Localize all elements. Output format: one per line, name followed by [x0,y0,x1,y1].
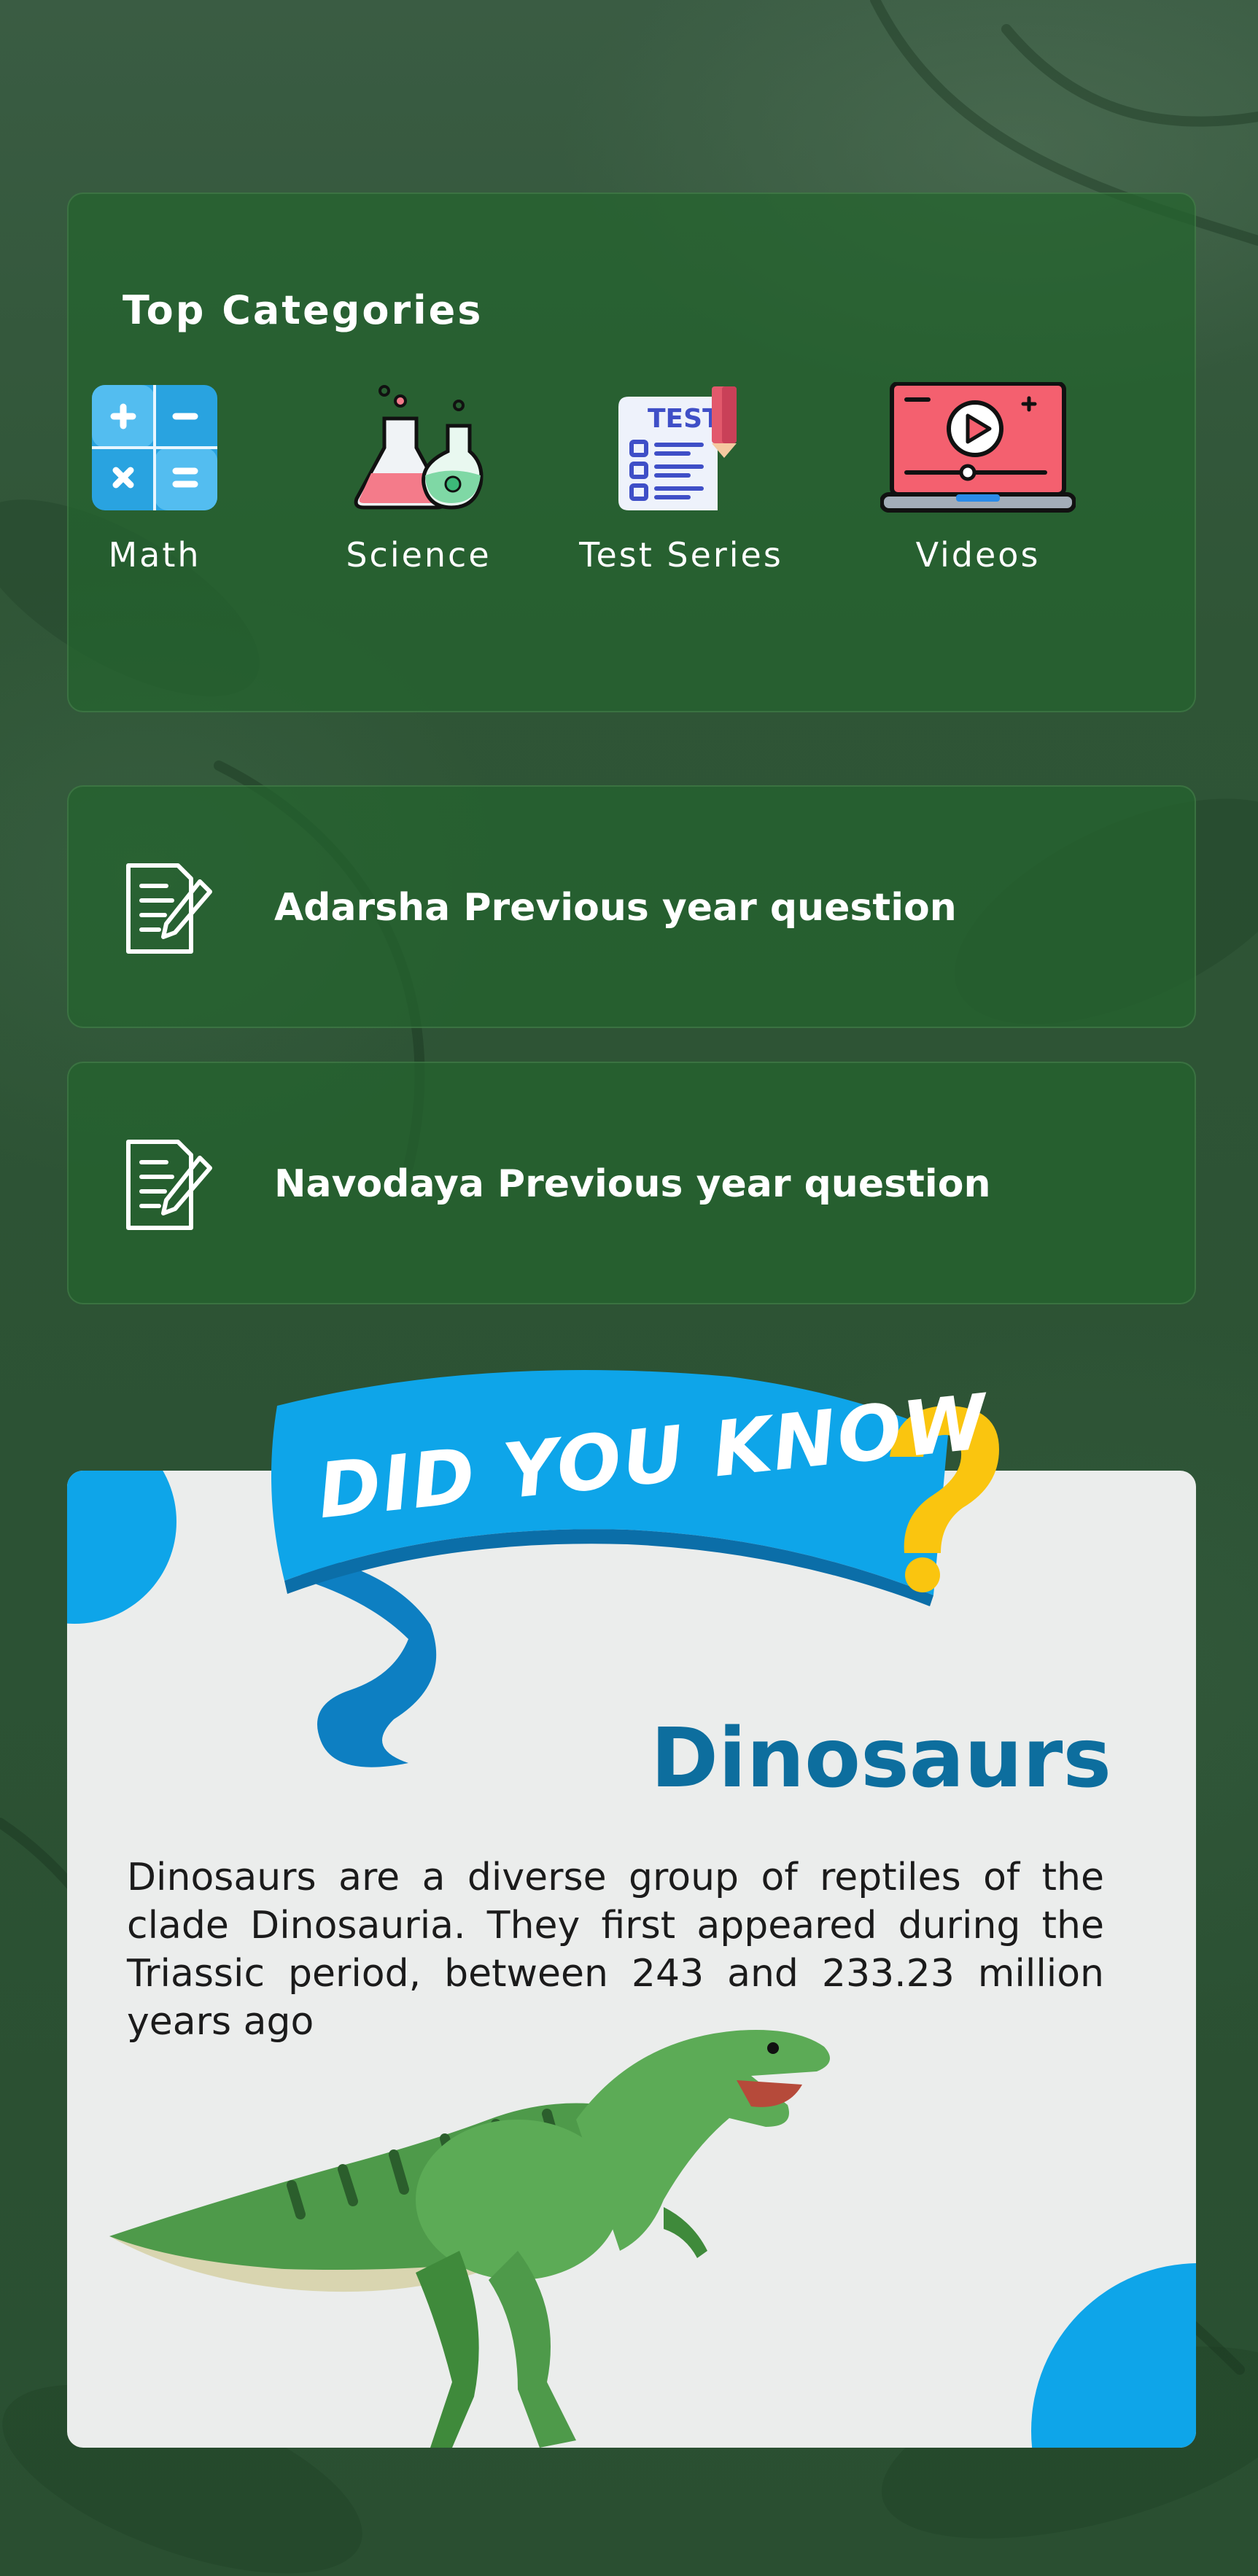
category-label: Test Series [579,535,783,575]
pyq-label: Navodaya Previous year question [274,1162,991,1206]
laptop-video-icon [880,382,1076,513]
test-badge-text: TEST [648,404,721,434]
calculator-icon [92,385,217,510]
category-label: Science [346,535,492,575]
decorative-circle [67,1471,176,1624]
category-science[interactable]: Science [309,382,528,575]
document-edit-icon [126,863,212,954]
category-math[interactable]: Math [45,382,264,575]
navodaya-pyq-button[interactable]: Navodaya Previous year question [67,1062,1196,1304]
pyq-label: Adarsha Previous year question [274,886,957,930]
flask-icon [354,385,484,510]
top-categories-card: Top Categories Math Science TEST Test Se… [67,192,1196,712]
document-edit-icon [126,1140,212,1230]
category-label: Math [108,535,201,575]
adarsha-pyq-button[interactable]: Adarsha Previous year question [67,785,1196,1028]
decorative-circle [1031,2263,1196,2448]
category-label: Videos [915,535,1041,575]
category-test-series[interactable]: TEST Test Series [572,382,791,575]
test-paper-icon: TEST [618,386,737,510]
t-rex-illustration [109,2029,830,2448]
category-videos[interactable]: Videos [869,382,1087,575]
top-categories-title: Top Categories [123,287,484,333]
